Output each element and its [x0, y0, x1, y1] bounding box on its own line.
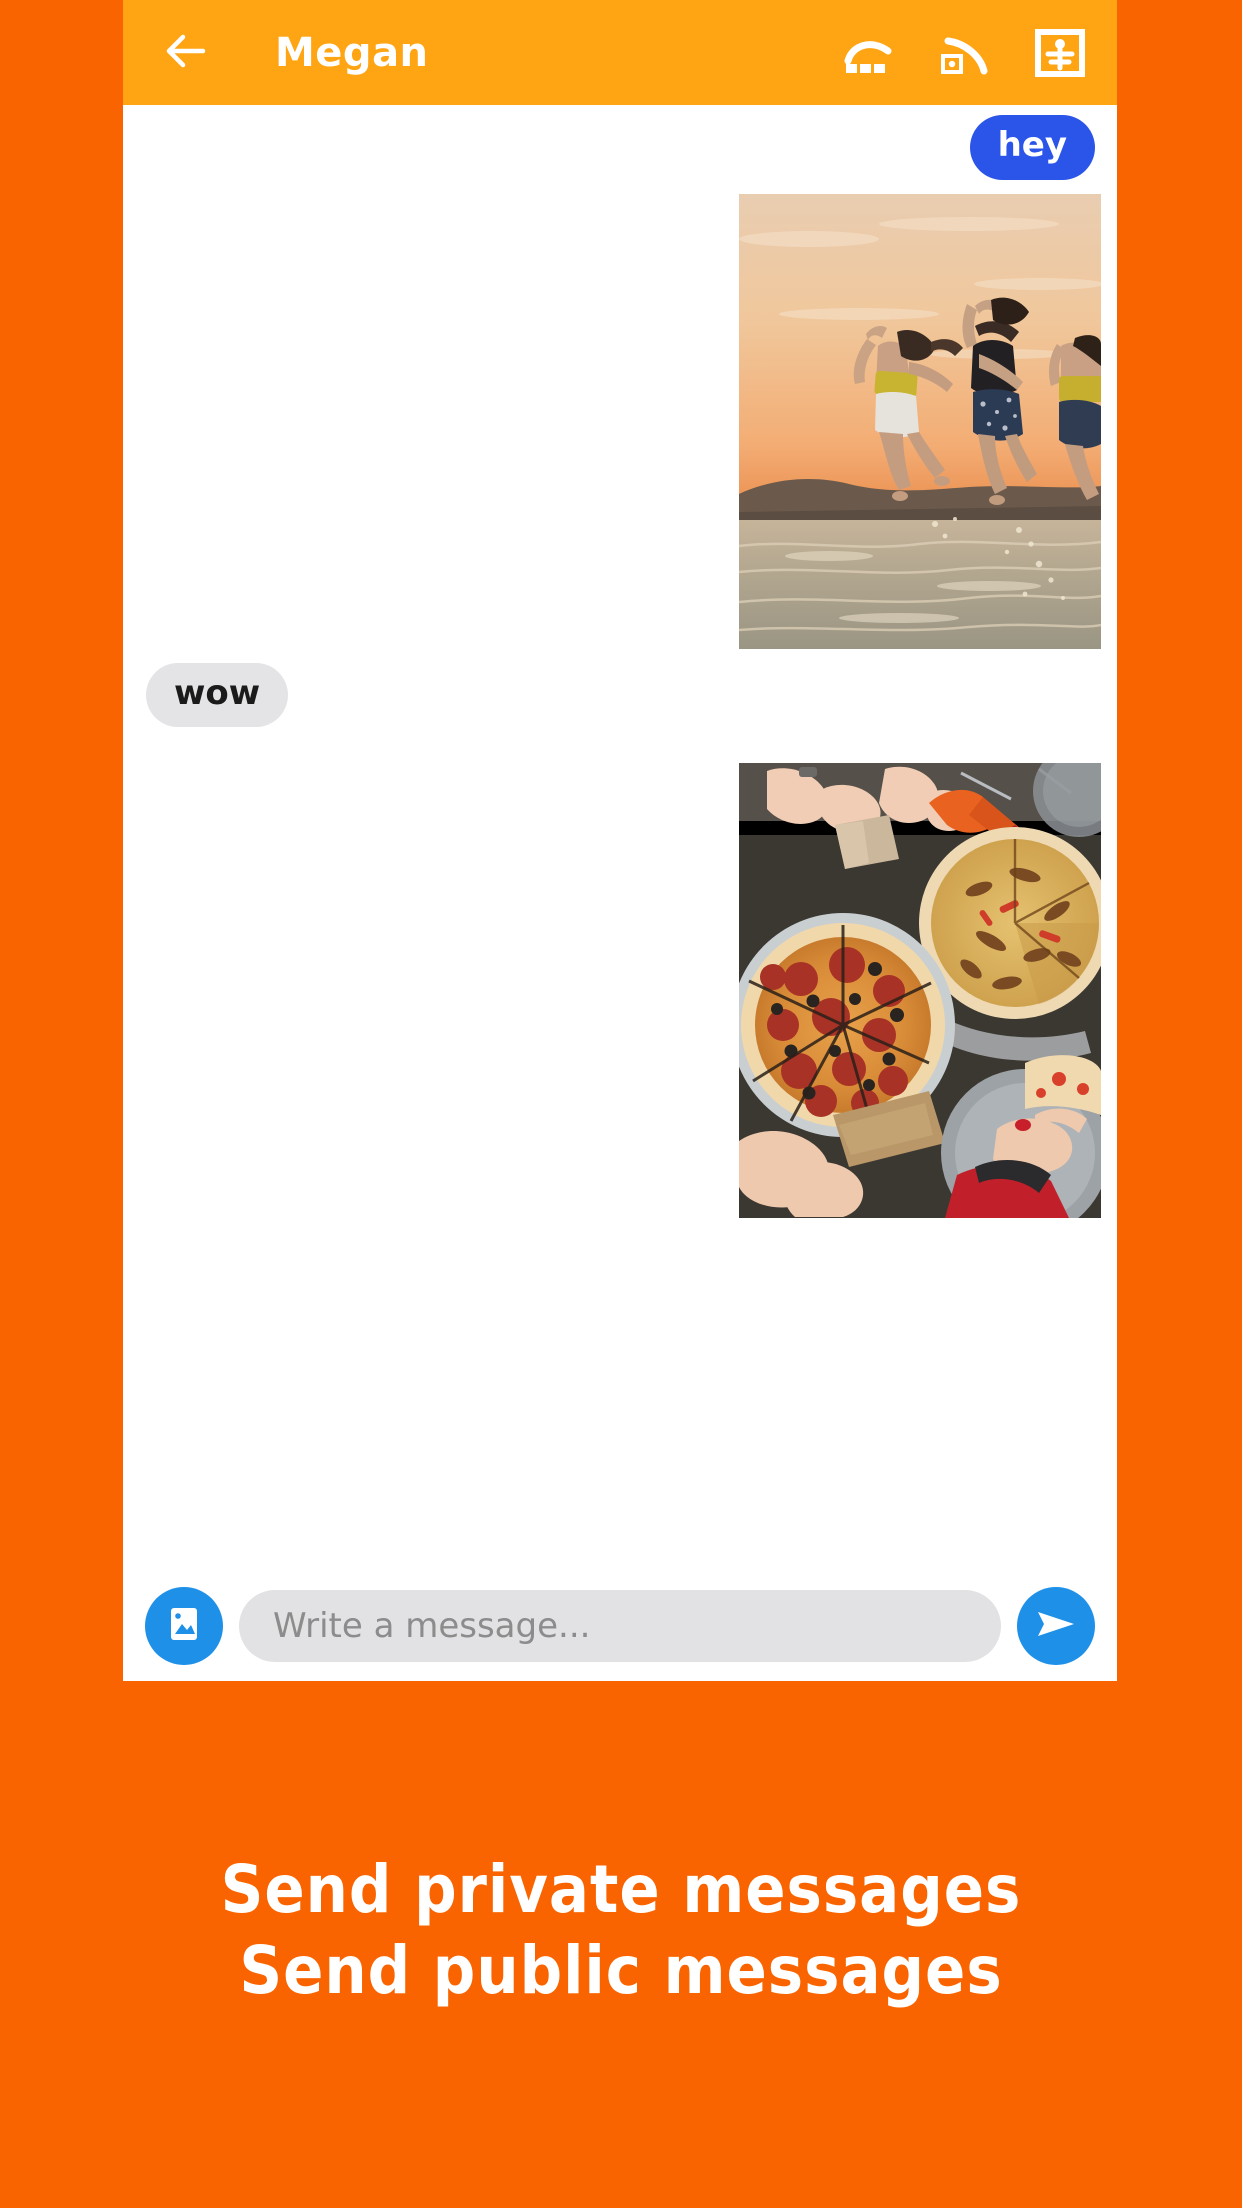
message-photo-beach[interactable] — [739, 193, 1101, 649]
message-bubble-outgoing[interactable]: hey — [969, 115, 1095, 180]
chat-message-row: hey — [123, 115, 1117, 180]
chat-message-list[interactable]: hey wow — [123, 115, 1117, 1580]
broadcast-icon[interactable] — [937, 26, 991, 80]
message-photo-pizza[interactable] — [739, 763, 1101, 1219]
message-composer — [123, 1570, 1117, 1681]
chat-message-row — [123, 763, 1117, 1219]
signal-bars-icon[interactable] — [841, 26, 895, 80]
caption-line-2: Send public messages — [239, 1932, 1003, 2010]
image-icon — [164, 1604, 204, 1648]
send-icon — [1034, 1604, 1078, 1648]
app-bar-actions — [841, 26, 1087, 80]
back-button[interactable] — [155, 22, 217, 84]
promo-caption: Send private messages Send public messag… — [0, 1855, 1242, 2006]
attach-image-button[interactable] — [145, 1586, 223, 1665]
message-input[interactable] — [239, 1589, 1001, 1662]
chat-message-row — [123, 193, 1117, 649]
send-button[interactable] — [1017, 1586, 1095, 1665]
phone-frame: Megan hey wow Write a message... — [123, 0, 1117, 1681]
page-title: Megan — [275, 29, 429, 76]
caption-line-1: Send private messages — [220, 1851, 1022, 1928]
message-bubble-incoming[interactable]: wow — [146, 662, 289, 728]
profile-card-icon[interactable] — [1033, 26, 1087, 80]
app-bar: Megan — [123, 0, 1117, 105]
chat-message-row: wow — [123, 662, 1117, 728]
screenshot-root: Megan hey wow Write a message... Send pr… — [0, 0, 1242, 2208]
back-arrow-icon — [163, 31, 209, 75]
